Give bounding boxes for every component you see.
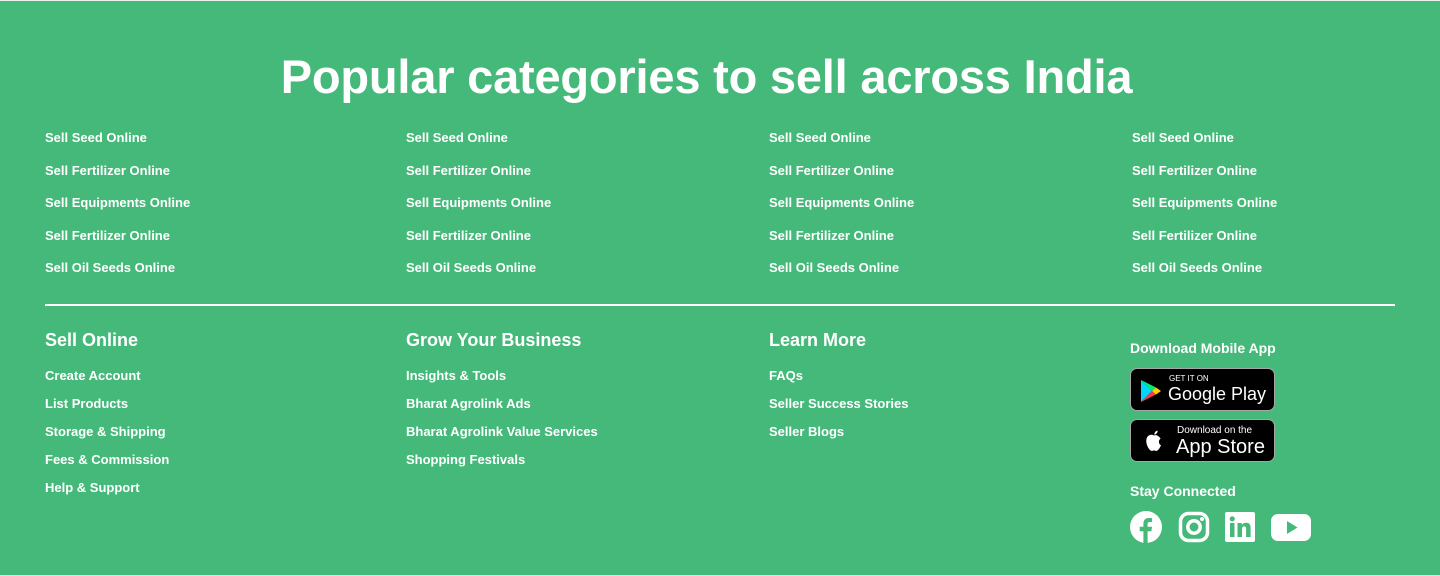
link-seller-blogs[interactable]: Seller Blogs: [769, 424, 908, 440]
category-link-fertilizer[interactable]: Sell Fertilizer Online: [769, 163, 914, 179]
instagram-icon[interactable]: [1178, 511, 1210, 543]
google-play-small-label: GET IT ON: [1169, 374, 1209, 383]
google-play-badge[interactable]: GET IT ON Google Play: [1130, 368, 1275, 411]
category-link-oil-seeds[interactable]: Sell Oil Seeds Online: [769, 260, 914, 276]
link-insights-tools[interactable]: Insights & Tools: [406, 368, 598, 384]
app-store-badge[interactable]: Download on the App Store: [1130, 419, 1275, 462]
category-link-seed[interactable]: Sell Seed Online: [769, 130, 914, 146]
category-link-oil-seeds[interactable]: Sell Oil Seeds Online: [45, 260, 190, 276]
category-column-4: Sell Seed Online Sell Fertilizer Online …: [1132, 130, 1277, 293]
category-link-equipments[interactable]: Sell Equipments Online: [45, 195, 190, 211]
section-heading: Grow Your Business: [406, 330, 582, 350]
link-success-stories[interactable]: Seller Success Stories: [769, 396, 908, 412]
google-play-label: Google Play: [1168, 384, 1267, 404]
site-footer: Popular categories to sell across India …: [0, 0, 1440, 576]
category-column-2: Sell Seed Online Sell Fertilizer Online …: [406, 130, 551, 293]
category-link-seed[interactable]: Sell Seed Online: [1132, 130, 1277, 146]
link-faqs[interactable]: FAQs: [769, 368, 908, 384]
stay-connected-heading: Stay Connected: [1130, 483, 1236, 499]
apple-icon: [1142, 429, 1166, 455]
section-learn-more: Learn More FAQs Seller Success Stories S…: [769, 329, 908, 452]
category-link-oil-seeds[interactable]: Sell Oil Seeds Online: [1132, 260, 1277, 276]
link-list-products[interactable]: List Products: [45, 396, 169, 412]
link-agrolink-ads[interactable]: Bharat Agrolink Ads: [406, 396, 598, 412]
link-value-services[interactable]: Bharat Agrolink Value Services: [406, 424, 598, 440]
category-link-fertilizer[interactable]: Sell Fertilizer Online: [406, 163, 551, 179]
app-store-label: App Store: [1176, 436, 1265, 458]
link-storage-shipping[interactable]: Storage & Shipping: [45, 424, 169, 440]
category-link-equipments[interactable]: Sell Equipments Online: [406, 195, 551, 211]
footer-divider: [45, 304, 1395, 306]
section-heading: Sell Online: [45, 330, 139, 350]
category-link-fertilizer[interactable]: Sell Fertilizer Online: [1132, 163, 1277, 179]
category-link-seed[interactable]: Sell Seed Online: [45, 130, 190, 146]
category-link-fertilizer[interactable]: Sell Fertilizer Online: [1132, 228, 1277, 244]
category-column-1: Sell Seed Online Sell Fertilizer Online …: [45, 130, 190, 293]
category-link-oil-seeds[interactable]: Sell Oil Seeds Online: [406, 260, 551, 276]
link-fees-commission[interactable]: Fees & Commission: [45, 452, 169, 468]
popular-categories-title: Popular categories to sell across India: [280, 50, 1133, 103]
category-link-fertilizer[interactable]: Sell Fertilizer Online: [769, 228, 914, 244]
category-link-fertilizer[interactable]: Sell Fertilizer Online: [45, 163, 190, 179]
link-shopping-festivals[interactable]: Shopping Festivals: [406, 452, 598, 468]
linkedin-icon[interactable]: [1224, 511, 1256, 543]
section-grow-business: Grow Your Business Insights & Tools Bhar…: [406, 329, 598, 480]
youtube-icon[interactable]: [1270, 511, 1312, 543]
section-sell-online: Sell Online Create Account List Products…: [45, 329, 169, 508]
app-download-section: Download Mobile App GET IT ON Google Pla…: [1130, 339, 1390, 543]
app-store-small-label: Download on the: [1177, 425, 1253, 436]
category-column-3: Sell Seed Online Sell Fertilizer Online …: [769, 130, 914, 293]
link-help-support[interactable]: Help & Support: [45, 480, 169, 496]
category-link-seed[interactable]: Sell Seed Online: [406, 130, 551, 146]
category-link-fertilizer[interactable]: Sell Fertilizer Online: [45, 228, 190, 244]
download-app-heading: Download Mobile App: [1130, 340, 1276, 356]
link-create-account[interactable]: Create Account: [45, 368, 169, 384]
category-link-equipments[interactable]: Sell Equipments Online: [769, 195, 914, 211]
section-heading: Learn More: [769, 330, 867, 350]
facebook-icon[interactable]: [1130, 511, 1162, 543]
google-play-icon: [1140, 379, 1162, 403]
category-link-fertilizer[interactable]: Sell Fertilizer Online: [406, 228, 551, 244]
category-link-equipments[interactable]: Sell Equipments Online: [1132, 195, 1277, 211]
